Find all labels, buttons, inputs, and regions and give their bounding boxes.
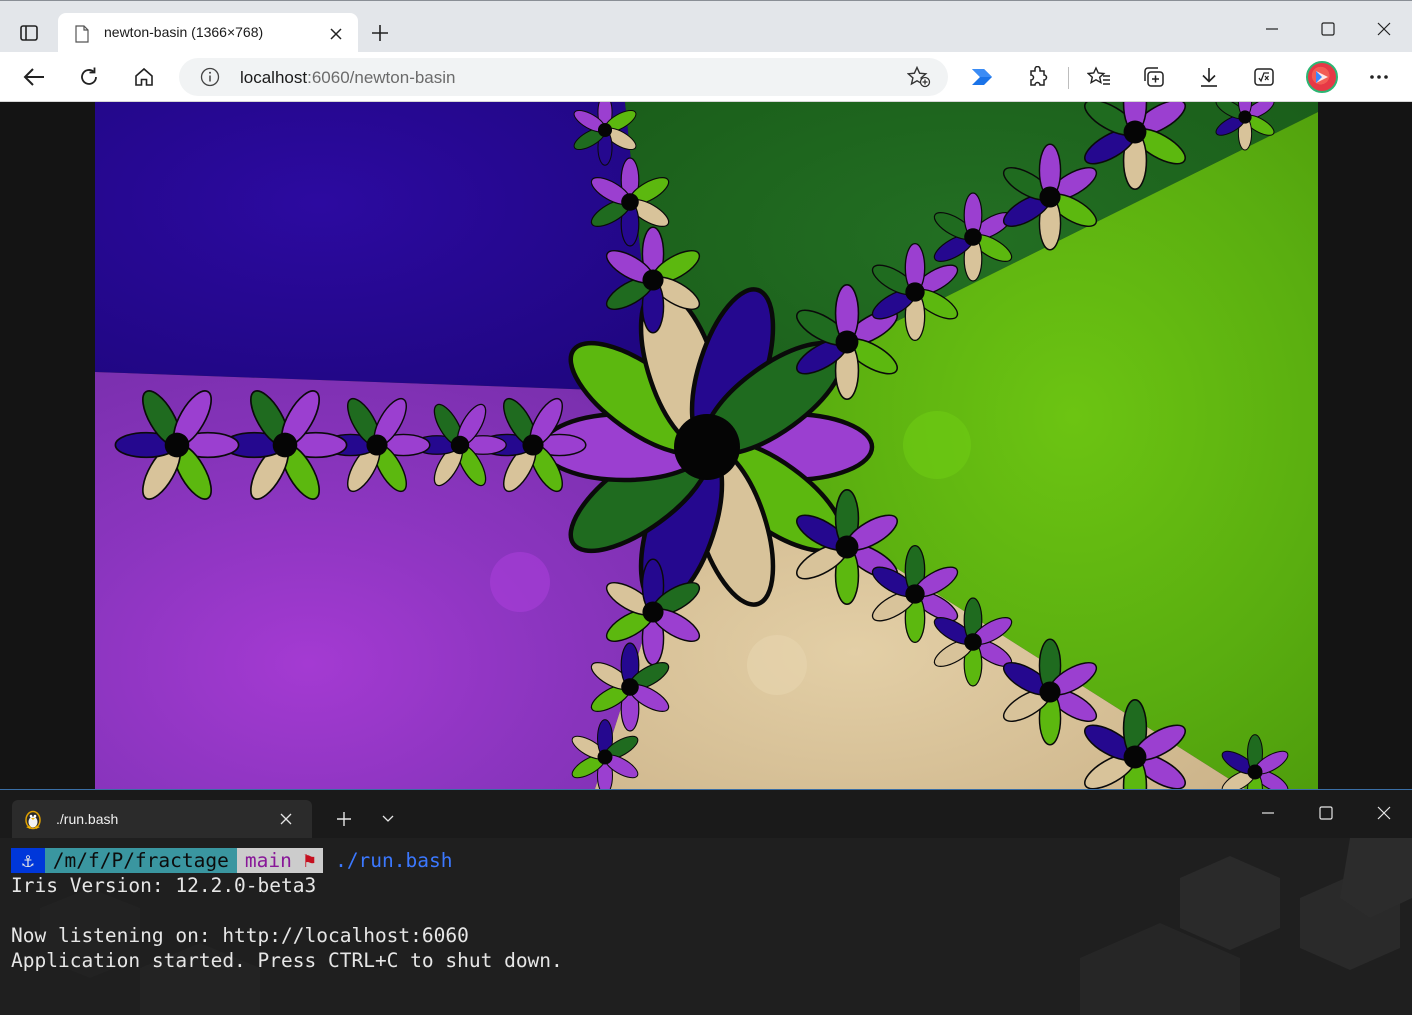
terminal-window: ./run.bash ⚓/m/f/P/fractage main ⚑ ./run.… (0, 789, 1412, 1015)
more-icon (1370, 75, 1388, 79)
prompt-line: ⚓/m/f/P/fractage main ⚑ ./run.bash (11, 848, 563, 873)
terminal-tab-title: ./run.bash (56, 811, 119, 827)
minimize-button[interactable] (1252, 13, 1292, 45)
plus-icon (372, 25, 388, 41)
anchor-icon: ⚓ (11, 848, 45, 873)
prompt-command: ./run.bash (335, 849, 453, 872)
output-line: Iris Version: 12.2.0-beta3 (11, 874, 317, 897)
more-button[interactable] (1363, 61, 1395, 93)
maximize-icon (1321, 22, 1335, 36)
terminal-maximize-button[interactable] (1308, 798, 1344, 828)
terminal-titlebar: ./run.bash (0, 790, 1412, 838)
terminal-dropdown-button[interactable] (370, 804, 406, 834)
new-tab-button[interactable] (366, 19, 394, 47)
terminal-minimize-button[interactable] (1250, 798, 1286, 828)
close-icon (1377, 806, 1391, 820)
extensions-button[interactable] (1022, 61, 1054, 93)
url-host: localhost (240, 68, 308, 87)
math-solver-icon (1254, 68, 1274, 86)
downloads-icon (1201, 68, 1217, 87)
home-icon (135, 67, 153, 86)
browser-tab[interactable]: newton-basin (1366×768) (58, 13, 358, 54)
browser-toolbar: localhost:6060/newton-basin (0, 52, 1412, 102)
tab-strip: newton-basin (1366×768) (0, 0, 1412, 54)
refresh-icon (81, 67, 97, 85)
output-line: Now listening on: http://localhost:6060 (11, 924, 469, 947)
back-icon (23, 68, 44, 86)
math-solver-button[interactable] (1248, 61, 1280, 93)
avatar-icon (1316, 71, 1328, 83)
prompt-path: /m/f/P/fractage (44, 848, 237, 873)
linux-tux-icon (22, 808, 44, 835)
close-icon[interactable] (276, 809, 296, 829)
maximize-button[interactable] (1308, 13, 1348, 45)
url-path: :6060/newton-basin (307, 68, 456, 87)
favorites-icon (1087, 66, 1110, 85)
page-icon (75, 25, 89, 48)
chevron-down-icon (382, 815, 394, 822)
maximize-icon (1319, 806, 1333, 820)
collections-icon (1144, 67, 1164, 87)
minimize-icon (1262, 812, 1274, 814)
collections-button[interactable] (1138, 61, 1170, 93)
terminal-tab[interactable]: ./run.bash (12, 800, 312, 838)
plus-icon (337, 812, 351, 826)
refresh-button[interactable] (73, 61, 105, 93)
favorites-button[interactable] (1083, 61, 1115, 93)
back-button[interactable] (18, 61, 50, 93)
toolbar-divider (1068, 67, 1069, 89)
close-icon[interactable] (326, 24, 346, 44)
close-window-button[interactable] (1364, 13, 1404, 45)
browser-window: newton-basin (1366×768) localhost:6060/n… (0, 0, 1412, 789)
address-bar[interactable]: localhost:6060/newton-basin (179, 58, 948, 96)
add-favorite-icon[interactable] (906, 65, 931, 93)
info-icon[interactable] (200, 67, 220, 92)
downloads-button[interactable] (1193, 61, 1225, 93)
new-terminal-tab-button[interactable] (326, 804, 362, 834)
tab-title: newton-basin (1366×768) (104, 24, 264, 40)
minimize-icon (1266, 28, 1278, 30)
copilot-icon (972, 69, 992, 85)
copilot-button[interactable] (966, 61, 998, 93)
prompt-branch: main ⚑ (236, 848, 324, 873)
terminal-close-button[interactable] (1366, 798, 1402, 828)
page-viewport (0, 102, 1412, 789)
newton-basin-fractal[interactable] (95, 102, 1318, 789)
home-button[interactable] (128, 61, 160, 93)
close-icon (1377, 22, 1391, 36)
output-line: Application started. Press CTRL+C to shu… (11, 949, 563, 972)
flag-icon: ⚑ (303, 849, 316, 872)
extensions-icon (1030, 66, 1048, 86)
url-text[interactable]: localhost:6060/newton-basin (240, 68, 456, 88)
git-branch: main (244, 849, 292, 872)
terminal-output[interactable]: ⚓/m/f/P/fractage main ⚑ ./run.bash Iris Ve… (11, 848, 563, 973)
profile-avatar[interactable] (1306, 61, 1338, 93)
tab-actions-icon[interactable] (12, 18, 46, 48)
